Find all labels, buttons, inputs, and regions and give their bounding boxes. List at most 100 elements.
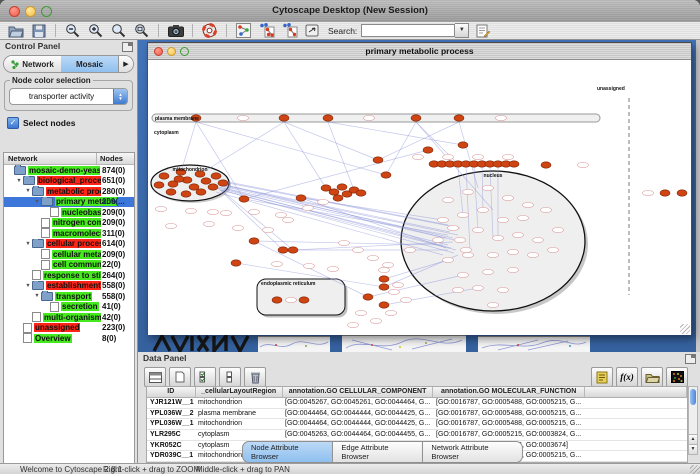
network-node[interactable]: [299, 297, 309, 303]
network-node[interactable]: [211, 173, 221, 179]
table-cell[interactable]: [GO:0044464, GO:0044444, GO:0044425, G..…: [282, 409, 433, 419]
network-node[interactable]: [373, 157, 383, 163]
table-cell[interactable]: mitochondrion: [195, 398, 282, 408]
expand-arrow-icon[interactable]: ▼: [24, 188, 32, 194]
inner-window-resize-grip[interactable]: [680, 324, 690, 334]
tree-row[interactable]: Overview8(0): [4, 333, 134, 344]
attribute-table-button[interactable]: [144, 367, 166, 387]
formula-builder-button[interactable]: f(x): [616, 367, 638, 387]
table-cell[interactable]: [GO:0016787, GO:0005488, GO:0005215, G..…: [433, 409, 585, 419]
tree-column-nodes[interactable]: Nodes: [96, 153, 134, 164]
tree-row[interactable]: ▼biological_process651(0): [4, 176, 134, 187]
network-node[interactable]: [356, 190, 366, 196]
zoom-in-button[interactable]: [86, 23, 105, 39]
network-node[interactable]: [454, 115, 464, 121]
zoom-fit-button[interactable]: [132, 23, 151, 39]
table-row[interactable]: YPL036W__2plasma membrane[GO:0044464, GO…: [147, 409, 687, 420]
search-configure-button[interactable]: [473, 23, 492, 39]
table-row[interactable]: YPL036W__1mitochondrion[GO:0044464, GO:0…: [147, 419, 687, 430]
table-scrollbar[interactable]: ▲ ▼: [688, 386, 698, 455]
column-header[interactable]: annotation.GO CELLULAR_COMPONENT: [283, 387, 434, 397]
tab-node-attribute-browser[interactable]: Node Attribute Browser: [242, 441, 333, 463]
network-node[interactable]: [423, 147, 433, 153]
inner-close-button[interactable]: [154, 47, 163, 56]
inner-minimize-button[interactable]: [167, 47, 176, 56]
background-window-fragment[interactable]: [478, 336, 590, 353]
tree-row[interactable]: ▼establishment of lo558(0): [4, 281, 134, 292]
more-tabs-button[interactable]: ▶: [118, 56, 133, 72]
new-network-selected-nodes-edges-button[interactable]: [280, 23, 299, 39]
network-node[interactable]: [379, 302, 389, 308]
tab-mosaic[interactable]: Mosaic: [61, 56, 118, 72]
tree-row[interactable]: nitrogen compo209(0): [4, 218, 134, 229]
table-cell[interactable]: YKR052C: [147, 441, 195, 451]
close-button[interactable]: [9, 6, 20, 17]
expand-arrow-icon[interactable]: ▼: [33, 199, 41, 205]
table-cell[interactable]: [GO:0045267, GO:0045261, GO:0044464, G..…: [282, 398, 433, 408]
new-attribute-button[interactable]: [169, 367, 191, 387]
network-node[interactable]: [189, 184, 199, 190]
network-node[interactable]: [278, 247, 288, 253]
network-node[interactable]: [196, 189, 206, 195]
network-node[interactable]: [677, 190, 687, 196]
expand-arrow-icon[interactable]: ▼: [33, 293, 41, 299]
network-node[interactable]: [381, 172, 391, 178]
table-cell[interactable]: [GO:0045263, GO:0044464, GO:0044455, G..…: [282, 430, 433, 440]
table-cell[interactable]: YDR039C__1: [147, 451, 195, 461]
import-attributes-button[interactable]: [641, 367, 663, 387]
network-window-titlebar[interactable]: primary metabolic process: [148, 43, 691, 60]
select-attributes-button[interactable]: [194, 367, 216, 387]
network-node[interactable]: [174, 176, 184, 182]
network-node[interactable]: [379, 284, 389, 290]
background-window-fragment[interactable]: [258, 336, 330, 353]
window-resize-grip[interactable]: [690, 465, 700, 474]
tree-row[interactable]: ▼metabolic process280(0): [4, 186, 134, 197]
network-node[interactable]: [249, 238, 259, 244]
expand-arrow-icon[interactable]: ▼: [24, 283, 32, 289]
network-node[interactable]: [337, 184, 347, 190]
expand-arrow-icon[interactable]: ▼: [15, 178, 23, 184]
column-header[interactable]: ID: [147, 387, 196, 397]
network-node[interactable]: [201, 178, 211, 184]
table-cell[interactable]: YPL036W__1: [147, 419, 195, 429]
matrix-view-button[interactable]: [666, 367, 688, 387]
minimize-button[interactable]: [25, 6, 36, 17]
open-session-button[interactable]: [6, 23, 25, 39]
tree-row[interactable]: secretion41(0): [4, 302, 134, 313]
network-node[interactable]: [166, 189, 176, 195]
help-button[interactable]: [200, 23, 219, 39]
delete-attribute-button[interactable]: [244, 367, 266, 387]
table-cell[interactable]: [GO:0016787, GO:0005488, GO:0005215, G..…: [433, 419, 585, 429]
float-panel-icon[interactable]: [685, 354, 696, 364]
expand-arrow-icon[interactable]: ▼: [24, 241, 32, 247]
table-cell[interactable]: YJR121W__1: [147, 398, 195, 408]
save-session-button[interactable]: [29, 23, 48, 39]
tree-row[interactable]: cell communicat22(0): [4, 260, 134, 271]
table-cell[interactable]: cytoplasm: [195, 430, 282, 440]
network-node[interactable]: [329, 189, 339, 195]
scrollbar-thumb[interactable]: [690, 389, 696, 405]
network-node[interactable]: [272, 297, 282, 303]
table-cell[interactable]: mitochondrion: [195, 419, 282, 429]
table-cell[interactable]: plasma membrane: [195, 409, 282, 419]
column-header[interactable]: annotation.GO MOLECULAR_FUNCTION: [433, 387, 585, 397]
tree-row[interactable]: nucleobase-209(0): [4, 207, 134, 218]
search-input[interactable]: [361, 24, 455, 37]
network-node[interactable]: [231, 260, 241, 266]
export-image-button[interactable]: [166, 23, 185, 39]
network-view-button[interactable]: [234, 23, 253, 39]
attribute-label-button[interactable]: [591, 367, 613, 387]
tab-network[interactable]: Network: [4, 56, 61, 72]
float-panel-icon[interactable]: [122, 42, 133, 52]
tree-row[interactable]: multi-organism pro42(0): [4, 312, 134, 323]
network-node[interactable]: [181, 191, 191, 197]
network-node[interactable]: [541, 162, 551, 168]
zoom-selected-button[interactable]: [109, 23, 128, 39]
network-node[interactable]: [288, 247, 298, 253]
tree-row[interactable]: unassigned223(0): [4, 323, 134, 334]
new-network-selected-nodes-all-edges-button[interactable]: [257, 23, 276, 39]
table-row[interactable]: YJR121W__1mitochondrion[GO:0045267, GO:0…: [147, 398, 687, 409]
table-cell[interactable]: [GO:0044464, GO:0044444, GO:0044425, G..…: [282, 419, 433, 429]
network-node[interactable]: [411, 115, 421, 121]
tab-edge-attribute-browser[interactable]: Edge Attribute Browser: [333, 441, 423, 463]
